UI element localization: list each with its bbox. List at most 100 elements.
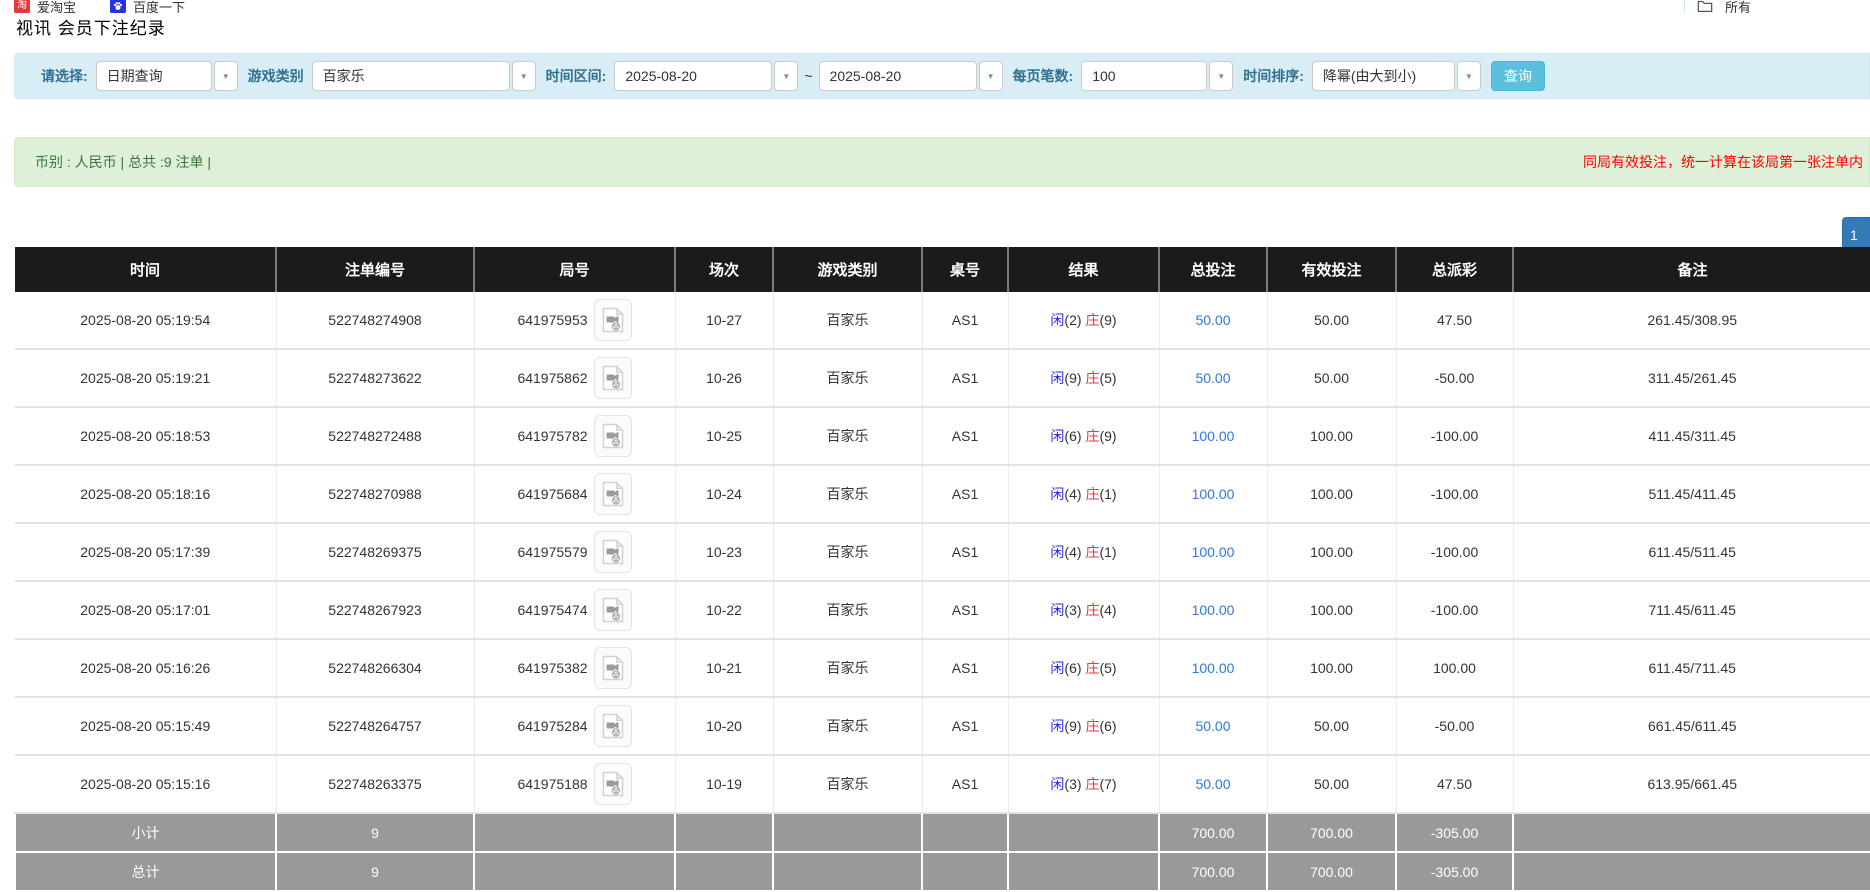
video-replay-button[interactable] <box>594 299 632 341</box>
cell-total-bet: 100.00 <box>1159 581 1267 639</box>
table-row: 2025-08-20 05:17:01522748267923641975474… <box>15 581 1870 639</box>
page-size-label: 每页笔数: <box>1013 66 1074 86</box>
cell-game-type: 百家乐 <box>773 639 922 697</box>
cell-payout: 100.00 <box>1396 639 1513 697</box>
total-bet-link[interactable]: 100.00 <box>1192 602 1235 618</box>
date-to-input[interactable]: 2025-08-20 <box>819 61 977 91</box>
notice-text: 同局有效投注，统一计算在该局第一张注单内 <box>1583 152 1863 172</box>
video-replay-button[interactable] <box>594 357 632 399</box>
column-header-round: 局号 <box>474 247 675 292</box>
video-replay-button[interactable] <box>594 647 632 689</box>
cell-valid-bet: 100.00 <box>1267 581 1396 639</box>
round-number: 641975188 <box>517 776 587 792</box>
sort-dropdown[interactable]: 降幂(由大到小) <box>1312 61 1455 91</box>
cell-valid-bet: 50.00 <box>1267 349 1396 407</box>
date-from-input[interactable]: 2025-08-20 <box>614 61 772 91</box>
cell-round: 641975188 <box>474 755 675 813</box>
footer-cell-time: 小计 <box>15 813 276 852</box>
video-file-icon <box>602 655 624 681</box>
cell-payout: -100.00 <box>1396 465 1513 523</box>
banker-points: (9) <box>1099 428 1116 444</box>
video-replay-button[interactable] <box>594 763 632 805</box>
cell-round: 641975474 <box>474 581 675 639</box>
table-row: 2025-08-20 05:15:49522748264757641975284… <box>15 697 1870 755</box>
game-type-caret-button[interactable]: ▼ <box>512 61 536 91</box>
query-mode-dropdown[interactable]: 日期查询 <box>96 61 212 91</box>
total-bet-link[interactable]: 50.00 <box>1195 718 1230 734</box>
cell-result: 闲(3) 庄(7) <box>1008 755 1159 813</box>
player-points: (9) <box>1064 718 1081 734</box>
total-bet-link[interactable]: 100.00 <box>1192 428 1235 444</box>
sort-caret-button[interactable]: ▼ <box>1457 61 1481 91</box>
cell-valid-bet: 50.00 <box>1267 755 1396 813</box>
bookmarks-divider <box>1684 0 1685 13</box>
player-points: (2) <box>1064 312 1081 328</box>
sort-value: 降幂(由大到小) <box>1323 66 1416 86</box>
total-bet-link[interactable]: 50.00 <box>1195 776 1230 792</box>
select-label: 请选择: <box>41 66 88 86</box>
table-footer-row: 小计9700.00700.00-305.00 <box>15 813 1870 852</box>
bet-records-table-wrapper: 时间注单编号局号场次游戏类别桌号结果总投注有效投注总派彩备注 2025-08-2… <box>14 247 1870 892</box>
cell-valid-bet: 50.00 <box>1267 292 1396 349</box>
total-bet-link[interactable]: 100.00 <box>1192 486 1235 502</box>
bookmarks-all-label[interactable]: 所有 <box>1725 0 1751 13</box>
date-from-caret-button[interactable]: ▼ <box>774 61 798 91</box>
video-replay-button[interactable] <box>594 473 632 515</box>
video-replay-button[interactable] <box>594 589 632 631</box>
date-to-value: 2025-08-20 <box>830 68 902 84</box>
player-label: 闲 <box>1050 370 1064 386</box>
banker-label: 庄 <box>1085 602 1099 618</box>
bookmark-aitaobao[interactable]: 淘 爱淘宝 <box>14 0 76 13</box>
cell-remark: 611.45/511.45 <box>1513 523 1870 581</box>
player-label: 闲 <box>1050 428 1064 444</box>
player-label: 闲 <box>1050 776 1064 792</box>
cell-remark: 311.45/261.45 <box>1513 349 1870 407</box>
page-size-dropdown[interactable]: 100 <box>1081 61 1207 91</box>
video-file-icon <box>602 539 624 565</box>
query-mode-caret-button[interactable]: ▼ <box>214 61 238 91</box>
cell-bet-number: 522748267923 <box>276 581 474 639</box>
cell-time: 2025-08-20 05:17:01 <box>15 581 276 639</box>
cell-table-no: AS1 <box>922 697 1008 755</box>
cell-result: 闲(9) 庄(6) <box>1008 697 1159 755</box>
cell-remark: 661.45/611.45 <box>1513 697 1870 755</box>
cell-payout: 47.50 <box>1396 292 1513 349</box>
footer-cell-bet-number: 9 <box>276 813 474 852</box>
cell-remark: 261.45/308.95 <box>1513 292 1870 349</box>
video-replay-button[interactable] <box>594 705 632 747</box>
player-label: 闲 <box>1050 312 1064 328</box>
cell-payout: 47.50 <box>1396 755 1513 813</box>
cell-session: 10-20 <box>675 697 773 755</box>
round-number: 641975684 <box>517 486 587 502</box>
video-replay-button[interactable] <box>594 531 632 573</box>
cell-bet-number: 522748272488 <box>276 407 474 465</box>
video-replay-button[interactable] <box>594 415 632 457</box>
total-bet-link[interactable]: 50.00 <box>1195 370 1230 386</box>
table-row: 2025-08-20 05:17:39522748269375641975579… <box>15 523 1870 581</box>
total-bet-link[interactable]: 50.00 <box>1195 312 1230 328</box>
bookmark-baidu[interactable]: 百度一下 <box>110 0 185 13</box>
cell-bet-number: 522748263375 <box>276 755 474 813</box>
total-bet-link[interactable]: 100.00 <box>1192 660 1235 676</box>
cell-bet-number: 522748274908 <box>276 292 474 349</box>
cell-bet-number: 522748269375 <box>276 523 474 581</box>
video-file-icon <box>602 713 624 739</box>
cell-session: 10-22 <box>675 581 773 639</box>
query-mode-value: 日期查询 <box>107 66 163 86</box>
page-size-caret-button[interactable]: ▼ <box>1209 61 1233 91</box>
cell-table-no: AS1 <box>922 349 1008 407</box>
query-button[interactable]: 查询 <box>1491 61 1545 91</box>
player-points: (3) <box>1064 776 1081 792</box>
cell-total-bet: 50.00 <box>1159 292 1267 349</box>
player-points: (6) <box>1064 660 1081 676</box>
game-type-dropdown[interactable]: 百家乐 <box>312 61 510 91</box>
cell-total-bet: 100.00 <box>1159 639 1267 697</box>
video-file-icon <box>602 307 624 333</box>
date-to-caret-button[interactable]: ▼ <box>979 61 1003 91</box>
cell-payout: -50.00 <box>1396 697 1513 755</box>
cell-result: 闲(6) 庄(9) <box>1008 407 1159 465</box>
cell-session: 10-23 <box>675 523 773 581</box>
total-bet-link[interactable]: 100.00 <box>1192 544 1235 560</box>
footer-cell-game-type <box>773 813 922 852</box>
cell-total-bet: 100.00 <box>1159 523 1267 581</box>
